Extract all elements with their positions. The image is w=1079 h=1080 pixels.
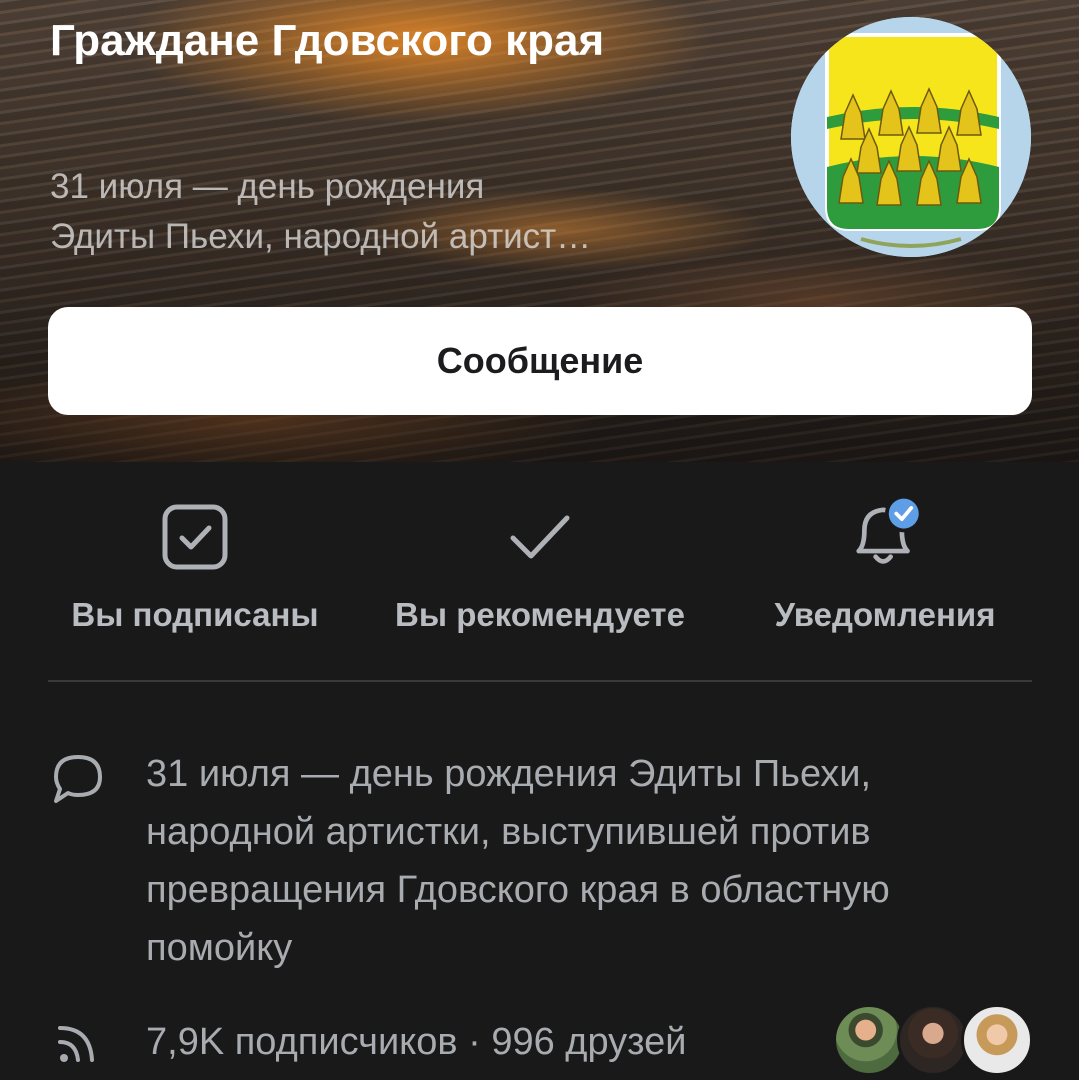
community-avatar[interactable] [791, 17, 1031, 257]
divider [48, 680, 1032, 682]
action-row: Вы подписаны Вы рекомендуете Уведомления [0, 492, 1079, 652]
subscribed-button[interactable]: Вы подписаны [40, 492, 350, 652]
status-line-1: 31 июля — день рождения [50, 167, 485, 206]
bell-verified-icon [840, 492, 930, 582]
status-line-2: Эдиты Пьехи, народной артист… [50, 217, 592, 256]
community-title: Граждане Гдовского края [50, 16, 605, 65]
checkbox-checked-icon [150, 492, 240, 582]
rss-icon [48, 1012, 108, 1072]
recommend-button[interactable]: Вы рекомендуете [365, 492, 715, 652]
community-header: Граждане Гдовского края 31 июля — день р… [0, 0, 1079, 462]
friend-avatar [961, 1004, 1033, 1076]
comment-icon [48, 749, 108, 809]
subscribed-label: Вы подписаны [71, 596, 319, 633]
status-text: 31 июля — день рождения Эдиты Пьехи, нар… [146, 753, 890, 969]
checkmark-icon [495, 492, 585, 582]
message-button[interactable]: Сообщение [48, 307, 1032, 415]
followers-text: 7,9K подписчиков · 996 друзей [146, 1020, 687, 1063]
notifications-label: Уведомления [774, 596, 996, 633]
community-status[interactable]: 31 июля — день рождения Эдиты Пьехи, нар… [50, 162, 740, 262]
recommend-label: Вы рекомендуете [395, 596, 685, 633]
friend-avatar [833, 1004, 905, 1076]
status-info-row[interactable]: 31 июля — день рождения Эдиты Пьехи, нар… [48, 745, 1032, 977]
coat-of-arms-avatar-image [791, 17, 1031, 257]
notifications-button[interactable]: Уведомления [740, 492, 1030, 652]
friends-avatars[interactable] [833, 1004, 1033, 1076]
friend-avatar [897, 1004, 969, 1076]
